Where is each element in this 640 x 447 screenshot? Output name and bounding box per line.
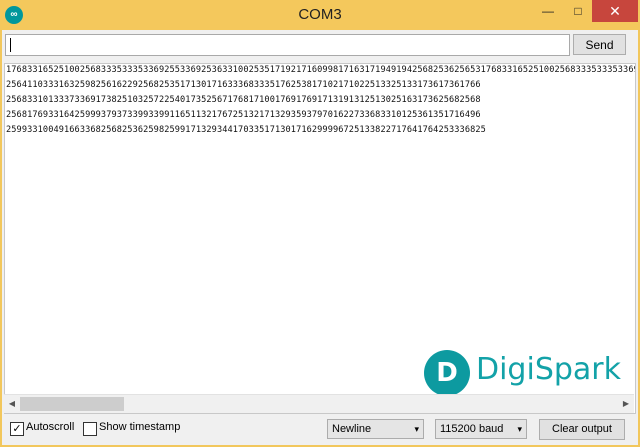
scrollbar-thumb[interactable] [20,397,124,411]
chevron-down-icon: ▾ [414,424,419,434]
baud-rate-select[interactable]: 115200 baud ▾ [435,419,527,439]
serial-monitor-window: ∞ COM3 — □ ✕ Send 1768331652510025683335… [0,0,640,447]
output-line: 2568176933164259993793733993399116511321… [6,110,481,120]
baud-rate-value: 115200 baud [440,423,504,435]
output-line: 2568331013337336917382510325722540173525… [6,95,481,105]
scroll-left-icon[interactable]: ◀ [4,395,20,413]
output-line: 1768331652510025683335333533692553369253… [6,65,635,75]
scroll-right-icon[interactable]: ▶ [618,395,634,413]
horizontal-scrollbar[interactable]: ◀ ▶ [4,394,634,413]
digispark-logo-icon: D [424,350,470,396]
send-button[interactable]: Send [573,34,626,55]
bottom-toolbar: ✓ Autoscroll Show timestamp Newline ▾ 11… [2,416,638,444]
line-ending-select[interactable]: Newline ▾ [327,419,424,439]
client-area: Send 17683316525100256833353335336925533… [2,30,638,445]
show-timestamp-checkbox[interactable] [83,422,97,436]
chevron-down-icon: ▾ [517,424,522,434]
minimize-button[interactable]: — [533,0,563,22]
text-caret [10,38,11,52]
autoscroll-checkbox[interactable]: ✓ [10,422,24,436]
output-line: 2599331004916633682568253625982599171329… [6,125,486,135]
show-timestamp-label: Show timestamp [99,421,181,433]
digispark-watermark-logo: D DigiSpark [420,348,630,400]
output-line: 2564110333163259825616229256825351713017… [6,80,481,90]
title-bar[interactable]: ∞ COM3 — □ ✕ [0,0,640,30]
maximize-button[interactable]: □ [563,0,593,22]
line-ending-value: Newline [332,423,372,435]
digispark-logo-text: DigiSpark [476,352,621,387]
autoscroll-label: Autoscroll [26,421,75,433]
clear-output-button[interactable]: Clear output [539,419,625,440]
serial-input-field[interactable] [5,34,570,56]
close-button[interactable]: ✕ [592,0,638,22]
